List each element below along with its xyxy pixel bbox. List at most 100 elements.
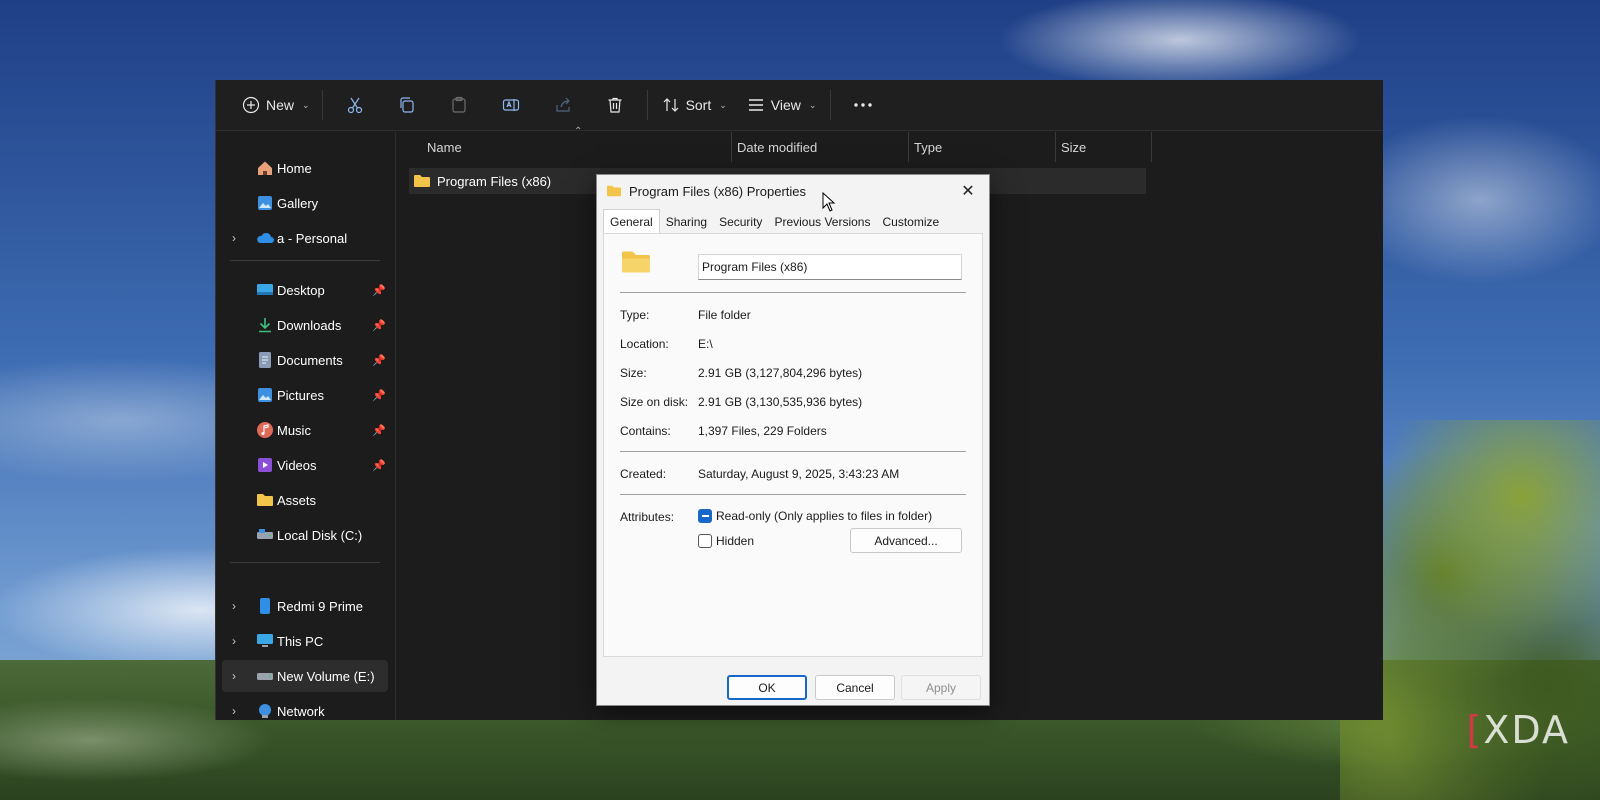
column-header-row: Name Date modified Type Size: [397, 132, 1383, 162]
view-icon: [747, 96, 765, 114]
cut-button[interactable]: [337, 87, 373, 123]
sidebar-item-label: New Volume (E:): [277, 668, 375, 684]
cut-icon: [346, 96, 364, 114]
advanced-button[interactable]: Advanced...: [850, 528, 962, 553]
column-header-size[interactable]: Size: [1055, 132, 1151, 162]
toolbar-divider: [321, 90, 323, 120]
sidebar-item-local-disk[interactable]: Local Disk (C:): [222, 519, 388, 551]
pin-icon[interactable]: 📌: [372, 354, 386, 367]
command-bar: New ⌄ Sort ⌄ View ⌄: [216, 80, 1383, 131]
downloads-icon: [256, 316, 274, 334]
large-folder-icon: [620, 248, 652, 279]
share-icon: [554, 96, 572, 114]
tab-security[interactable]: Security: [713, 211, 768, 233]
sidebar-item-label: Network: [277, 703, 325, 719]
properties-dialog: Program Files (x86) Properties ✕ General…: [596, 174, 990, 706]
more-options-button[interactable]: [845, 87, 881, 123]
documents-icon: [256, 351, 274, 369]
network-icon: [256, 702, 274, 720]
folder-name-field[interactable]: [698, 254, 962, 280]
pc-icon: [256, 632, 274, 650]
cancel-button[interactable]: Cancel: [815, 675, 895, 700]
column-header-name[interactable]: Name: [421, 132, 721, 162]
sort-button[interactable]: Sort ⌄: [654, 87, 735, 123]
sidebar-item-phone[interactable]: › Redmi 9 Prime: [222, 590, 388, 622]
pin-icon[interactable]: 📌: [372, 459, 386, 472]
column-label: Date modified: [737, 139, 818, 155]
column-label: Name: [427, 139, 462, 155]
pin-icon[interactable]: 📌: [372, 284, 386, 297]
sidebar-item-documents[interactable]: Documents 📌: [222, 344, 388, 376]
toolbar-divider: [646, 90, 648, 120]
readonly-checkbox[interactable]: Read-only (Only applies to files in fold…: [698, 509, 932, 523]
sidebar-item-home[interactable]: Home: [222, 152, 388, 184]
dialog-title: Program Files (x86) Properties: [629, 183, 806, 199]
tab-sharing[interactable]: Sharing: [660, 211, 713, 233]
hidden-checkbox[interactable]: Hidden: [698, 534, 754, 548]
pin-icon[interactable]: 📌: [372, 389, 386, 402]
chevron-right-icon[interactable]: ›: [232, 634, 236, 648]
sidebar-item-assets[interactable]: Assets: [222, 484, 388, 516]
type-value: File folder: [698, 308, 751, 322]
rename-button[interactable]: [493, 87, 529, 123]
new-button[interactable]: New ⌄: [236, 87, 316, 123]
chevron-down-icon: ⌄: [302, 99, 310, 110]
chevron-right-icon[interactable]: ›: [232, 669, 236, 683]
created-label: Created:: [620, 467, 667, 481]
sidebar-item-label: Documents: [277, 352, 343, 368]
sidebar-item-new-volume[interactable]: › New Volume (E:): [222, 660, 388, 692]
chevron-right-icon[interactable]: ›: [232, 704, 236, 718]
sidebar-item-label: Gallery: [277, 195, 319, 211]
column-divider[interactable]: [1151, 132, 1152, 162]
sidebar-item-network[interactable]: › Network: [222, 695, 388, 720]
apply-button[interactable]: Apply: [901, 675, 981, 700]
folder-icon: [256, 491, 274, 509]
ok-button[interactable]: OK: [727, 675, 807, 700]
view-button[interactable]: View ⌄: [739, 87, 825, 123]
sidebar-item-label: This PC: [277, 633, 324, 649]
music-icon: [256, 421, 274, 439]
sidebar-item-videos[interactable]: Videos 📌: [222, 449, 388, 481]
pictures-icon: [256, 386, 274, 404]
copy-button[interactable]: [389, 87, 425, 123]
sidebar-item-this-pc[interactable]: › This PC: [222, 625, 388, 657]
file-name: Program Files (x86): [437, 173, 552, 189]
size-value: 2.91 GB (3,127,804,296 bytes): [698, 366, 863, 380]
checkbox-unchecked-icon: [698, 534, 712, 548]
sidebar-item-label: Local Disk (C:): [277, 527, 363, 543]
pin-icon[interactable]: 📌: [372, 319, 386, 332]
copy-icon: [398, 96, 416, 114]
general-tab-panel: Type: File folder Location: E:\ Size: 2.…: [603, 233, 983, 657]
share-button[interactable]: [545, 87, 581, 123]
close-icon: ✕: [961, 183, 975, 200]
close-button[interactable]: ✕: [955, 178, 981, 204]
sidebar-item-pictures[interactable]: Pictures 📌: [222, 379, 388, 411]
pin-icon[interactable]: 📌: [372, 424, 386, 437]
sidebar-item-label: a - Personal: [277, 230, 348, 246]
column-header-date-modified[interactable]: Date modified: [731, 132, 907, 162]
tab-customize[interactable]: Customize: [876, 211, 945, 233]
dialog-title-bar[interactable]: Program Files (x86) Properties ✕: [597, 175, 989, 207]
chevron-right-icon[interactable]: ›: [232, 231, 236, 245]
location-label: Location:: [620, 337, 669, 351]
drive-icon: [256, 526, 274, 544]
home-icon: [256, 159, 274, 177]
sidebar-item-desktop[interactable]: Desktop 📌: [222, 274, 388, 306]
sidebar-item-music[interactable]: Music 📌: [222, 414, 388, 446]
sort-label: Sort: [685, 97, 712, 113]
new-label: New: [266, 97, 295, 113]
tab-general[interactable]: General: [603, 209, 660, 234]
sidebar-item-gallery[interactable]: Gallery: [222, 187, 388, 219]
size-label: Size:: [620, 366, 647, 380]
sidebar-item-downloads[interactable]: Downloads 📌: [222, 309, 388, 341]
delete-button[interactable]: [597, 87, 633, 123]
xda-watermark: [XDA: [1467, 708, 1570, 752]
sidebar-item-label: Downloads: [277, 317, 342, 333]
sidebar-item-onedrive[interactable]: › a - Personal: [222, 222, 388, 254]
attributes-label: Attributes:: [620, 510, 675, 524]
rename-icon: [502, 96, 520, 114]
chevron-right-icon[interactable]: ›: [232, 599, 236, 613]
column-header-type[interactable]: Type: [908, 132, 1054, 162]
paste-button[interactable]: [441, 87, 477, 123]
videos-icon: [256, 456, 274, 474]
